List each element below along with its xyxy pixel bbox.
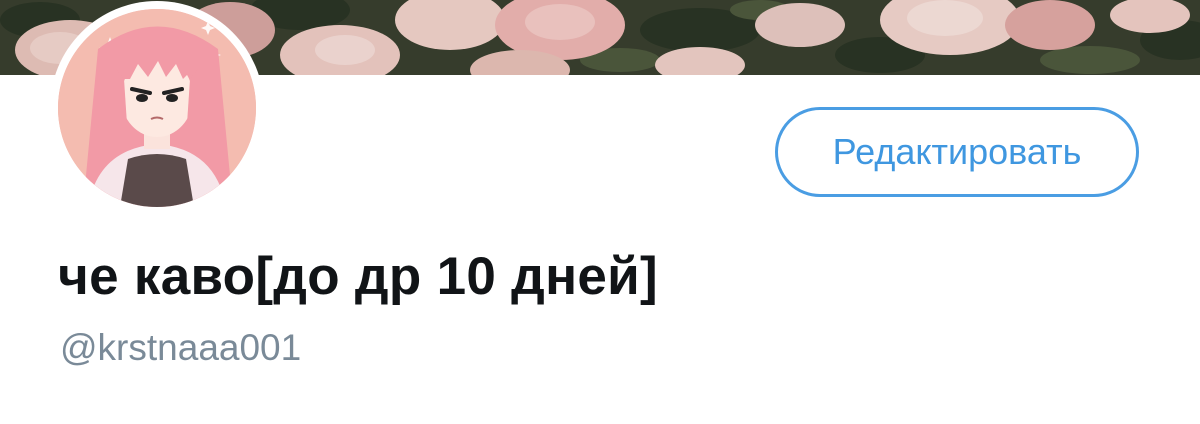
- avatar[interactable]: [58, 9, 256, 207]
- profile-handle: @krstnaaa001: [60, 327, 302, 368]
- profile-display-name: че каво[до др 10 дней]: [58, 247, 659, 306]
- avatar-frame[interactable]: [50, 1, 264, 215]
- avatar-icon: [58, 9, 256, 207]
- edit-profile-button[interactable]: Редактировать: [775, 107, 1139, 197]
